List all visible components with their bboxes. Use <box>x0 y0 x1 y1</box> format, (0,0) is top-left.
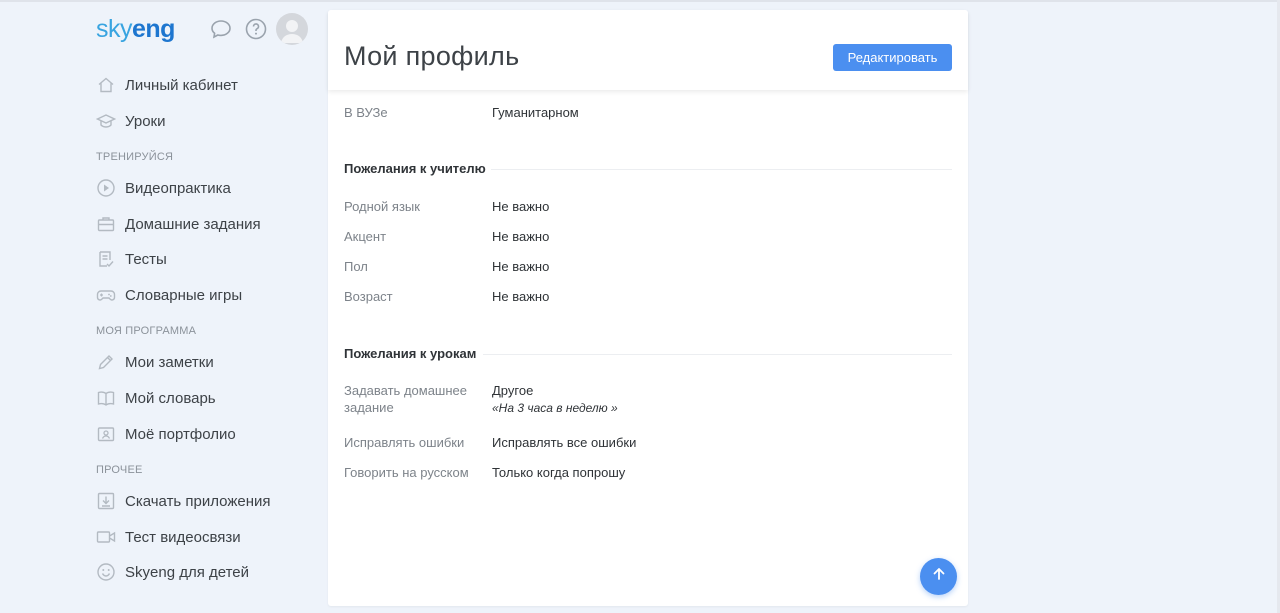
sidebar-item-label: Skyeng для детей <box>125 563 250 581</box>
sidebar-item-tests[interactable]: Тесты <box>96 247 167 271</box>
section-label-train: ТРЕНИРУЙСЯ <box>96 151 174 163</box>
sidebar-item-lessons[interactable]: Уроки <box>96 109 165 133</box>
sidebar-item-videopractice[interactable]: Видеопрактика <box>96 176 231 200</box>
sidebar-item-label: Тесты <box>125 250 167 268</box>
sidebar-item-kids[interactable]: Skyeng для детей <box>96 560 249 584</box>
sidebar-item-label: Уроки <box>125 112 166 130</box>
sidebar-item-label: Моё портфолио <box>125 425 236 443</box>
sidebar: skyeng Личный кабинет Уроки ТРЕНИРУЙСЯ В… <box>0 0 326 613</box>
download-icon <box>96 491 116 511</box>
play-icon <box>96 178 116 198</box>
field-value-accent: Не важно <box>492 229 550 244</box>
sidebar-item-label: Домашние задания <box>125 215 261 233</box>
section-label-other: ПРОЧЕЕ <box>96 464 143 476</box>
sidebar-item-word-games[interactable]: Словарные игры <box>96 283 242 307</box>
field-label-speak-russian: Говорить на русском <box>344 465 469 480</box>
sidebar-item-dictionary[interactable]: Мой словарь <box>96 386 216 410</box>
field-label-correct-errors: Исправлять ошибки <box>344 435 465 450</box>
section-title-lessons: Пожелания к урокам <box>344 346 477 361</box>
field-label-age: Возраст <box>344 289 393 304</box>
section-divider <box>491 169 952 170</box>
briefcase-icon <box>96 214 116 234</box>
test-icon <box>96 249 116 269</box>
sidebar-item-label: Скачать приложения <box>125 492 271 510</box>
scroll-to-top-button[interactable] <box>920 558 957 595</box>
field-label-homework: Задавать домашнее задание <box>344 383 467 415</box>
pencil-icon <box>96 352 116 372</box>
sidebar-item-label: Видеопрактика <box>125 179 231 197</box>
section-label-program: МОЯ ПРОГРАММА <box>96 325 197 337</box>
field-value-homework: Другое «На 3 часа в неделю » <box>492 383 618 415</box>
chat-icon[interactable] <box>209 17 233 41</box>
sidebar-item-label: Тест видеосвязи <box>125 528 241 546</box>
arrow-up-icon <box>932 567 946 586</box>
avatar[interactable] <box>276 13 308 45</box>
sidebar-item-notes[interactable]: Мои заметки <box>96 350 214 374</box>
field-value-correct-errors: Исправлять все ошибки <box>492 435 637 450</box>
video-icon <box>96 527 116 547</box>
homework-note: «На 3 часа в неделю » <box>492 401 618 415</box>
field-value-native-language: Не важно <box>492 199 550 214</box>
field-value-university: Гуманитарном <box>492 105 579 120</box>
field-label-accent: Акцент <box>344 229 387 244</box>
card-header: Мой профиль Редактировать <box>328 10 968 90</box>
sidebar-item-video-test[interactable]: Тест видеосвязи <box>96 525 241 549</box>
graduation-cap-icon <box>96 111 116 131</box>
page-title: Мой профиль <box>344 41 520 71</box>
sidebar-item-portfolio[interactable]: Моё портфолио <box>96 422 236 446</box>
gamepad-icon <box>96 285 116 305</box>
home-icon <box>96 75 116 95</box>
book-icon <box>96 388 116 408</box>
sidebar-item-dashboard[interactable]: Личный кабинет <box>96 73 238 97</box>
edit-button[interactable]: Редактировать <box>833 44 952 71</box>
skyeng-logo[interactable]: skyeng <box>96 15 175 44</box>
sidebar-item-download-apps[interactable]: Скачать приложения <box>96 489 271 513</box>
smile-icon <box>96 562 116 582</box>
sidebar-item-label: Словарные игры <box>125 286 243 304</box>
field-label-gender: Пол <box>344 259 368 274</box>
section-divider <box>483 354 952 355</box>
sidebar-item-label: Мой словарь <box>125 389 216 407</box>
field-value-age: Не важно <box>492 289 550 304</box>
field-label-native-language: Родной язык <box>344 199 420 214</box>
field-value-speak-russian: Только когда попрошу <box>492 465 626 480</box>
profile-card: Мой профиль Редактировать В ВУЗе Гуманит… <box>328 10 968 606</box>
sidebar-item-label: Личный кабинет <box>125 76 238 94</box>
field-label-university: В ВУЗе <box>344 105 388 120</box>
help-icon[interactable] <box>244 17 268 41</box>
section-title-teacher: Пожелания к учителю <box>344 161 486 176</box>
sidebar-item-homework[interactable]: Домашние задания <box>96 212 261 236</box>
sidebar-item-label: Мои заметки <box>125 353 214 371</box>
portfolio-icon <box>96 424 116 444</box>
field-value-gender: Не важно <box>492 259 550 274</box>
